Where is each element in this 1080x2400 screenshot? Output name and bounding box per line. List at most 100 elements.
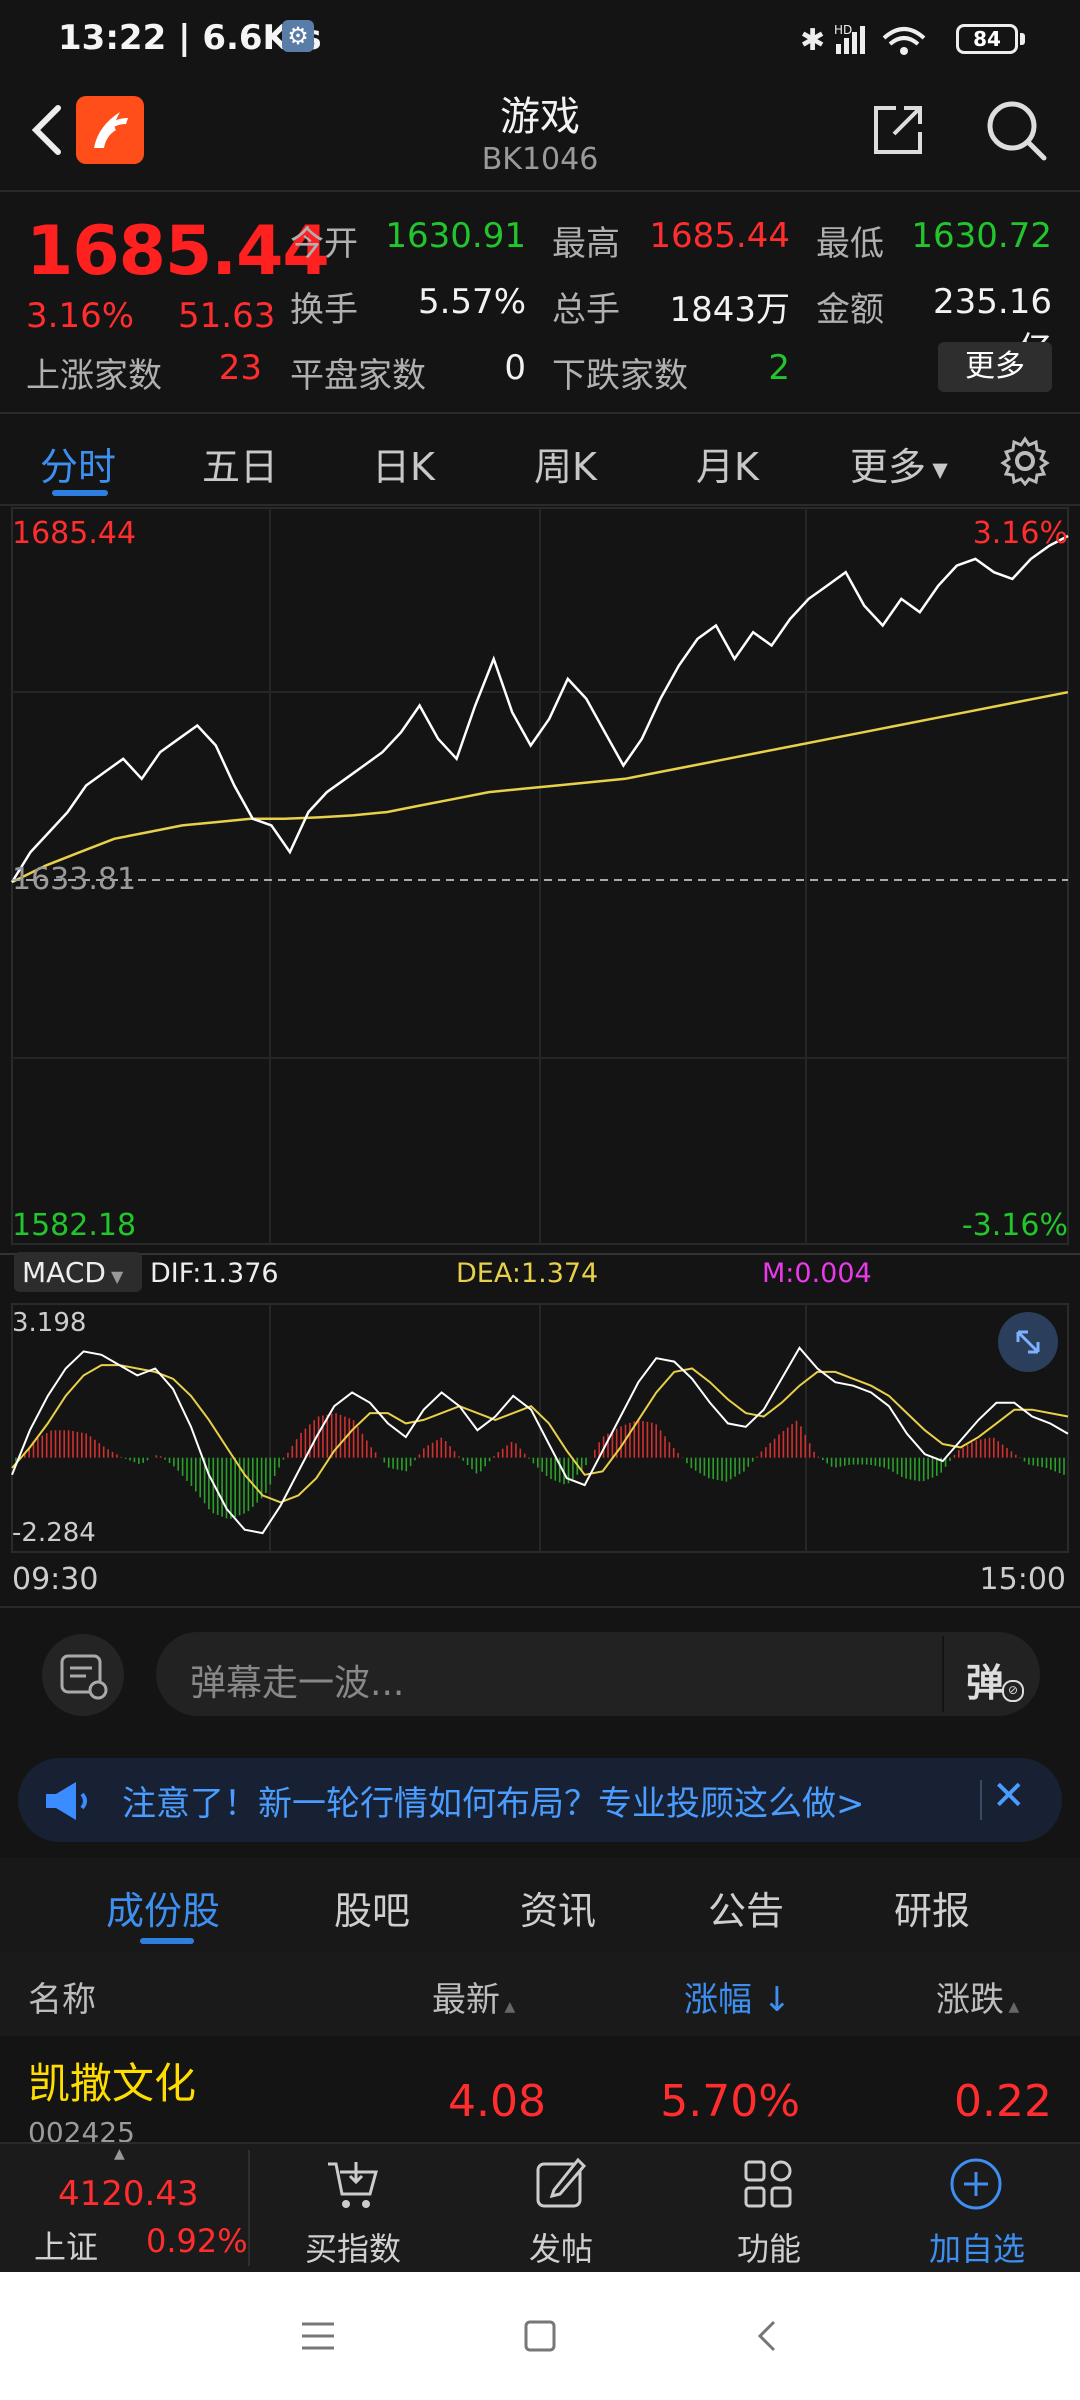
dif-label: DIF:1.376	[150, 1258, 279, 1289]
tab-more[interactable]: 更多 ▼	[850, 436, 948, 491]
divider	[0, 1606, 1080, 1608]
search-icon[interactable]	[984, 98, 1048, 162]
col-latest[interactable]: 最新 ▲	[432, 1972, 515, 2021]
col-name[interactable]: 名称	[28, 1972, 96, 2021]
banner-text[interactable]: 注意了！新一轮行情如何布局？专业投顾这么做>	[122, 1776, 865, 1825]
danmu-toggle-button[interactable]	[42, 1634, 124, 1716]
high-label: 最高	[552, 224, 620, 264]
y-min-label: 1582.18	[12, 1208, 137, 1243]
x-end-label: 15:00	[979, 1562, 1066, 1597]
banner-divider	[980, 1780, 982, 1820]
more-button[interactable]: 更多	[938, 342, 1052, 392]
close-icon[interactable]: ✕	[992, 1776, 1026, 1816]
home-icon[interactable]	[520, 2316, 560, 2356]
cart-icon[interactable]	[322, 2154, 382, 2214]
volume-value: 1843万	[669, 290, 790, 330]
index-pct: 0.92%	[146, 2222, 248, 2260]
m-label: M:0.004	[762, 1258, 872, 1289]
hd-label: HD	[834, 23, 852, 37]
battery-icon: 84	[956, 24, 1018, 54]
nav-buy-index[interactable]: 买指数	[278, 2224, 428, 2270]
col-latest-label: 最新	[432, 1980, 500, 2020]
menu-icon[interactable]	[298, 2316, 338, 2356]
tab-five-day[interactable]: 五日	[202, 436, 278, 491]
col-change[interactable]: 涨跌 ▲	[936, 1972, 1019, 2021]
signal-wifi-icons: ✱ HD	[800, 23, 926, 58]
danmu-send-button[interactable]: 弹 ⊘	[942, 1636, 1038, 1712]
expand-up-icon: ▲	[114, 2146, 125, 2162]
megaphone-icon	[46, 1782, 87, 1820]
settings-badge-icon: ⚙	[282, 20, 314, 52]
intraday-chart[interactable]	[0, 506, 1080, 1606]
divider	[0, 190, 1080, 192]
right-max-label: 3.16%	[972, 516, 1068, 551]
grid-functions-icon[interactable]	[738, 2154, 798, 2214]
active-tab-indicator	[52, 490, 108, 496]
chart-grid	[11, 507, 1069, 1553]
flat-count-label: 平盘家数	[290, 356, 426, 396]
tab-news[interactable]: 资讯	[520, 1880, 596, 1935]
macd-min-label: -2.284	[12, 1518, 96, 1548]
stock-latest: 4.08	[448, 2076, 546, 2127]
y-mid-label: 1633.81	[12, 862, 137, 897]
open-value: 1630.91	[385, 216, 526, 256]
tab-daily-k[interactable]: 日K	[372, 436, 435, 491]
back-icon[interactable]	[748, 2316, 788, 2356]
col-change-label: 涨跌	[936, 1980, 1004, 2020]
macd-selector-label[interactable]: MACD ▼	[22, 1256, 123, 1289]
col-change-pct[interactable]: 涨幅 ↓	[684, 1972, 791, 2021]
add-circle-icon[interactable]	[946, 2154, 1006, 2214]
svg-text:✱: ✱	[800, 23, 825, 58]
tab-research[interactable]: 研报	[894, 1880, 970, 1935]
tab-intraday[interactable]: 分时	[40, 436, 116, 491]
up-count-label: 上涨家数	[26, 356, 162, 396]
divider	[0, 412, 1080, 414]
tab-constituents[interactable]: 成份股	[106, 1880, 220, 1935]
index-value: 4120.43	[58, 2174, 199, 2214]
share-icon[interactable]	[868, 100, 928, 160]
tab-more-label: 更多	[850, 445, 927, 489]
nav-functions[interactable]: 功能	[694, 2224, 844, 2270]
current-price: 1685.44	[26, 212, 330, 291]
battery-tip	[1020, 33, 1025, 45]
nav-divider	[248, 2150, 250, 2266]
table-header	[0, 1952, 1080, 2036]
down-count-label: 下跌家数	[552, 356, 688, 396]
nav-post[interactable]: 发帖	[486, 2224, 636, 2270]
stock-change: 0.22	[954, 2076, 1052, 2127]
volume-label: 总手	[552, 290, 620, 330]
col-change-pct-label: 涨幅	[684, 1980, 752, 2020]
change-percent: 3.16%	[26, 296, 135, 336]
sort-icon: ▲	[500, 1999, 516, 2015]
chat-list-icon	[60, 1654, 108, 1700]
tab-forum[interactable]: 股吧	[334, 1880, 410, 1935]
low-value: 1630.72	[911, 216, 1052, 256]
post-edit-icon[interactable]	[530, 2154, 590, 2214]
change-amount: 51.63	[178, 296, 276, 336]
active-section-indicator	[140, 1938, 194, 1944]
danmu-off-icon: ⊘	[1002, 1680, 1024, 1702]
dropdown-triangle-icon: ▼	[105, 1267, 124, 1286]
high-value: 1685.44	[649, 216, 790, 256]
tab-monthly-k[interactable]: 月K	[696, 436, 759, 491]
expand-icon	[998, 1312, 1058, 1372]
danmu-label: 弹	[966, 1661, 1005, 1705]
right-min-label: -3.16%	[961, 1208, 1068, 1243]
nav-add-watchlist[interactable]: 加自选	[902, 2224, 1052, 2270]
x-start-label: 09:30	[12, 1562, 99, 1597]
amount-label: 金额	[816, 290, 884, 330]
macd-max-label: 3.198	[12, 1308, 87, 1338]
flat-count-value: 0	[504, 348, 526, 388]
down-count-value: 2	[768, 348, 790, 388]
stock-name[interactable]: 凯撒文化	[28, 2050, 196, 2111]
sort-icon: ▲	[1004, 1999, 1020, 2015]
tab-announcements[interactable]: 公告	[708, 1880, 784, 1935]
macd-label: MACD	[22, 1256, 106, 1289]
stock-change-pct: 5.70%	[660, 2076, 800, 2127]
low-label: 最低	[816, 224, 884, 264]
danmu-placeholder: 弹幕走一波...	[190, 1663, 405, 1704]
open-label: 今开	[290, 224, 358, 264]
settings-gear-icon[interactable]	[1000, 436, 1050, 486]
tab-weekly-k[interactable]: 周K	[534, 436, 597, 491]
turnover-value: 5.57%	[417, 282, 526, 322]
